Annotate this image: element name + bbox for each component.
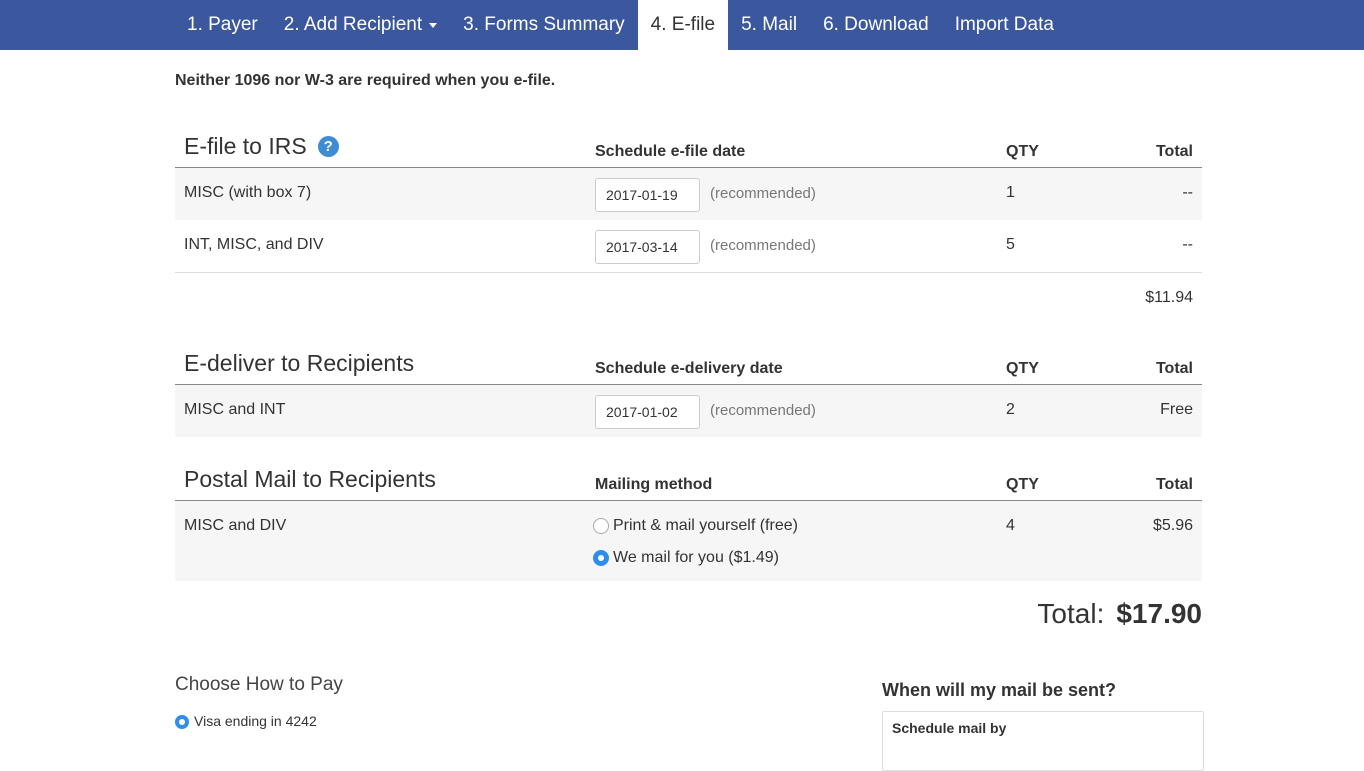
efile-date-input[interactable]: 2017-03-14 xyxy=(595,230,700,264)
tab-label: 4. E-file xyxy=(650,14,716,35)
total-value: $5.96 xyxy=(1152,517,1193,534)
efile-notice: Neither 1096 nor W-3 are required when y… xyxy=(175,72,556,89)
question-circle-icon[interactable]: ? xyxy=(317,136,339,157)
table-row: MISC and DIV Print & mail yourself (free… xyxy=(175,501,1202,581)
we-mail-for-you-option[interactable]: We mail for you ($1.49) xyxy=(593,549,779,567)
form-name: INT, MISC, and DIV xyxy=(184,236,324,253)
top-nav: 1. Payer 2. Add Recipient 3. Forms Summa… xyxy=(0,0,1364,50)
grand-total-amount: $17.90 xyxy=(1116,598,1202,629)
efile-section: E-file to IRS ? Schedule e-file date QTY… xyxy=(175,123,1202,324)
tab-payer[interactable]: 1. Payer xyxy=(174,0,271,50)
table-row: INT, MISC, and DIV 2017-03-14 (recommend… xyxy=(175,220,1202,272)
qty-value: 1 xyxy=(1006,184,1015,201)
col-schedule-date: Schedule e-delivery date xyxy=(595,360,783,377)
print-mail-yourself-option[interactable]: Print & mail yourself (free) xyxy=(593,517,798,535)
efile-header: E-file to IRS ? Schedule e-file date QTY… xyxy=(175,123,1202,168)
postal-section: Postal Mail to Recipients Mailing method… xyxy=(175,456,1202,581)
mail-info-panel: When will my mail be sent? Schedule mail… xyxy=(882,680,1204,771)
grand-total: Total: $17.90 xyxy=(1037,598,1202,630)
option-label: We mail for you ($1.49) xyxy=(613,549,779,566)
col-total: Total xyxy=(1155,360,1193,377)
tab-label: 3. Forms Summary xyxy=(463,14,625,35)
tab-label: 6. Download xyxy=(823,14,929,35)
payment-option-label: Visa ending in 4242 xyxy=(194,713,317,729)
tab-import-data[interactable]: Import Data xyxy=(942,0,1067,50)
form-name: MISC and INT xyxy=(184,401,286,418)
table-row: MISC (with box 7) 2017-01-19 (recommende… xyxy=(175,168,1202,220)
qty-value: 2 xyxy=(1006,401,1015,418)
section-title: E-file to IRS ? xyxy=(184,133,339,160)
choose-how-to-pay-title: Choose How to Pay xyxy=(175,674,343,695)
tab-label: Import Data xyxy=(954,14,1054,35)
efile-subtotal-row: $11.94 xyxy=(175,272,1202,324)
tab-mail[interactable]: 5. Mail xyxy=(728,0,810,50)
caret-down-icon xyxy=(429,22,438,28)
recommended-note: (recommended) xyxy=(710,237,816,254)
col-schedule-date: Schedule e-file date xyxy=(595,143,746,160)
edeliver-title: E-deliver to Recipients xyxy=(184,350,415,376)
recommended-note: (recommended) xyxy=(710,185,816,202)
radio-unchecked-icon[interactable] xyxy=(593,517,609,534)
tab-forms-summary[interactable]: 3. Forms Summary xyxy=(450,0,638,50)
payment-option-visa[interactable]: Visa ending in 4242 xyxy=(175,713,317,730)
radio-checked-icon[interactable] xyxy=(593,549,609,566)
recommended-note: (recommended) xyxy=(710,402,816,419)
efile-date-input[interactable]: 2017-01-19 xyxy=(595,178,700,212)
efile-title: E-file to IRS xyxy=(184,133,307,159)
grand-total-label: Total: xyxy=(1037,598,1105,629)
col-mailing-method: Mailing method xyxy=(595,476,713,493)
table-row: MISC and INT 2017-01-02 (recommended) 2 … xyxy=(175,385,1202,437)
col-total: Total xyxy=(1155,143,1193,160)
tab-label: 1. Payer xyxy=(187,14,258,35)
efile-subtotal: $11.94 xyxy=(1145,289,1193,306)
tab-download[interactable]: 6. Download xyxy=(810,0,942,50)
total-value: -- xyxy=(1182,184,1193,201)
wizard-tabs: 1. Payer 2. Add Recipient 3. Forms Summa… xyxy=(174,0,1067,50)
tab-label: 2. Add Recipient xyxy=(283,14,423,35)
qty-value: 4 xyxy=(1006,517,1015,534)
col-qty: QTY xyxy=(1006,143,1039,160)
postal-title: Postal Mail to Recipients xyxy=(184,466,436,492)
total-value: -- xyxy=(1182,236,1193,253)
edelivery-date-input[interactable]: 2017-01-02 xyxy=(595,395,700,429)
postal-header: Postal Mail to Recipients Mailing method… xyxy=(175,456,1202,501)
form-name: MISC (with box 7) xyxy=(184,184,312,201)
edeliver-section: E-deliver to Recipients Schedule e-deliv… xyxy=(175,340,1202,437)
col-qty: QTY xyxy=(1006,476,1039,493)
radio-checked-icon[interactable] xyxy=(175,715,189,730)
mail-question: When will my mail be sent? xyxy=(882,680,1117,700)
tab-label: 5. Mail xyxy=(741,14,798,35)
edeliver-header: E-deliver to Recipients Schedule e-deliv… xyxy=(175,340,1202,385)
tab-efile[interactable]: 4. E-file xyxy=(637,0,729,50)
qty-value: 5 xyxy=(1006,236,1015,253)
total-value: Free xyxy=(1160,401,1193,418)
tab-add-recipient[interactable]: 2. Add Recipient xyxy=(271,0,450,50)
col-qty: QTY xyxy=(1006,360,1039,377)
schedule-mail-box: Schedule mail by xyxy=(882,711,1204,771)
form-name: MISC and DIV xyxy=(184,517,287,534)
option-label: Print & mail yourself (free) xyxy=(613,517,798,534)
col-total: Total xyxy=(1155,476,1193,493)
